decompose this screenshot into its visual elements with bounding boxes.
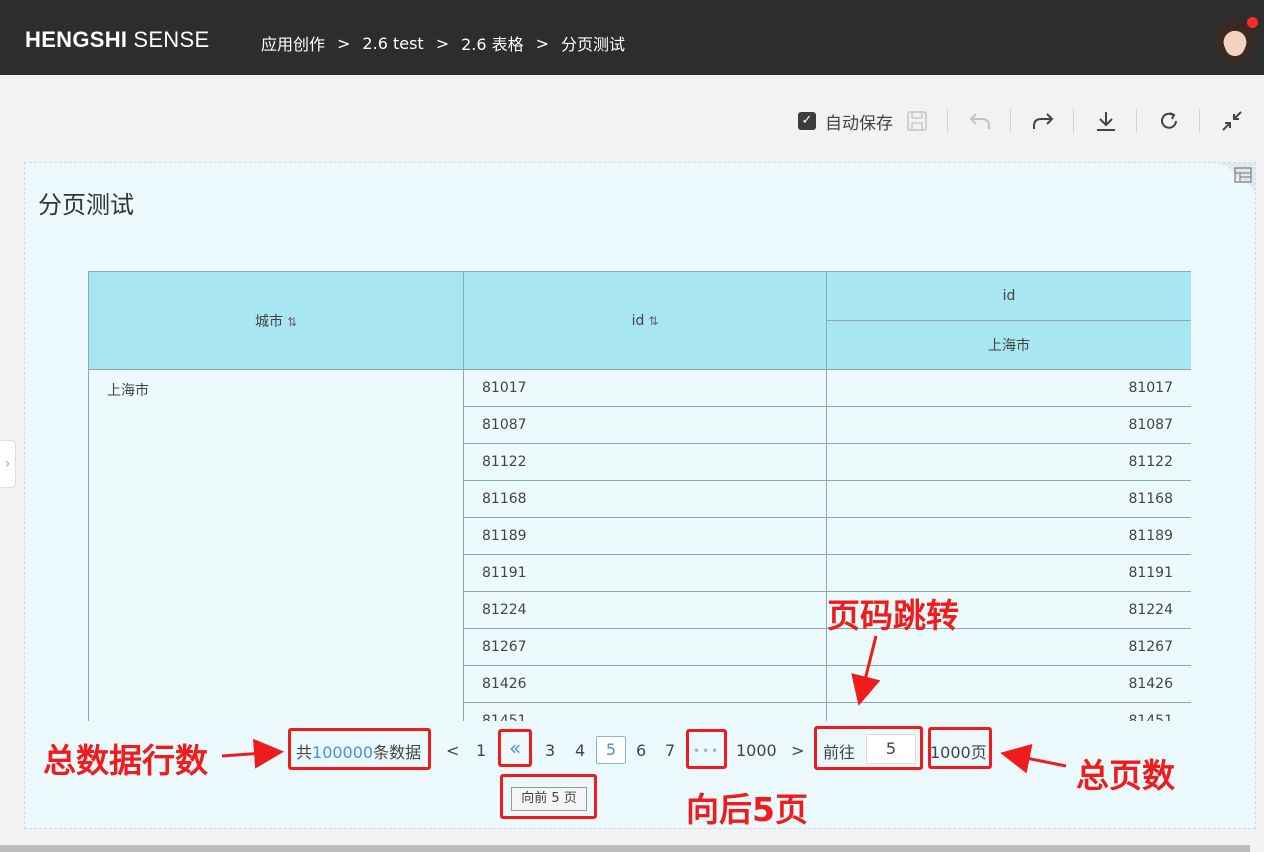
collapse-icon[interactable] — [1220, 109, 1244, 133]
sort-icon[interactable]: ⇅ — [287, 315, 297, 329]
card-menu-icon[interactable] — [1211, 163, 1255, 203]
annotation-box-jump-forward — [686, 729, 727, 769]
annotation-box-total-pages — [928, 727, 992, 769]
id-cell: 81426 — [463, 665, 827, 703]
table-row: 上海市 81017 81017 — [88, 369, 1191, 721]
notification-dot — [1247, 17, 1258, 28]
id-cell: 81224 — [463, 591, 827, 629]
annotation-box-total-rows — [288, 728, 431, 770]
annotation-box-goto — [814, 726, 923, 770]
page-1-button[interactable]: 1 — [476, 741, 486, 760]
redo-icon[interactable] — [1031, 109, 1055, 133]
column-subheader: 上海市 — [826, 320, 1191, 370]
download-icon[interactable] — [1094, 109, 1118, 133]
breadcrumb-separator: > — [337, 33, 351, 53]
value-cell: 81191 — [826, 554, 1191, 592]
column-group-header: id — [826, 271, 1191, 321]
value-cell: 81017 — [826, 369, 1191, 407]
horizontal-scrollbar[interactable] — [0, 845, 1250, 852]
id-cell: 81191 — [463, 554, 827, 592]
value-cell: 81087 — [826, 406, 1191, 444]
column-header-label: 城市 — [254, 313, 283, 330]
breadcrumb-item[interactable]: 2.6 test — [362, 34, 423, 53]
next-page-button[interactable]: > — [791, 741, 804, 760]
table-body: 上海市 81017 81017 81087 81087 81122 81122 81168 81… — [88, 369, 1191, 721]
breadcrumb-separator: > — [535, 33, 550, 53]
annotation-forward-5: 向后5页 — [686, 790, 808, 829]
prev-page-button[interactable]: < — [446, 741, 459, 760]
card-title: 分页测试 — [38, 191, 134, 219]
id-cell: 81017 — [463, 369, 827, 407]
dashboard-toolbar: ✓ 自动保存 — [798, 107, 1244, 135]
breadcrumb-separator: > — [435, 33, 450, 53]
breadcrumb: 应用创作 > 2.6 test > 2.6 表格 > 分页测试 — [261, 31, 625, 55]
last-page-button[interactable]: 1000 — [736, 741, 777, 760]
sort-icon[interactable]: ⇅ — [648, 314, 658, 328]
annotation-page-jump: 页码跳转 — [827, 596, 959, 635]
toolbar-divider — [947, 109, 948, 133]
top-bar: HENGSHI SENSE 应用创作 > 2.6 test > 2.6 表格 > … — [0, 0, 1264, 75]
undo-icon[interactable] — [968, 109, 992, 133]
avatar[interactable] — [1214, 17, 1258, 62]
id-cell: 81267 — [463, 628, 827, 666]
breadcrumb-item[interactable]: 应用创作 — [261, 31, 325, 55]
logo-bold-text: HENGSHI — [25, 27, 128, 52]
column-header-id[interactable]: id ⇅ — [463, 271, 827, 370]
toolbar-divider — [1010, 109, 1011, 133]
breadcrumb-item[interactable]: 2.6 表格 — [461, 31, 524, 55]
annotation-box-tooltip — [500, 774, 597, 819]
value-cell: 81426 — [826, 665, 1191, 703]
page-3-button[interactable]: 3 — [545, 741, 555, 760]
annotation-box-jump-back — [498, 729, 532, 767]
page-6-button[interactable]: 6 — [636, 741, 646, 760]
value-cell: 81168 — [826, 480, 1191, 518]
value-cell: 81122 — [826, 443, 1191, 481]
breadcrumb-current: 分页测试 — [561, 35, 626, 54]
column-header-label: id — [631, 312, 645, 329]
toolbar-divider — [1199, 109, 1200, 133]
refresh-icon[interactable] — [1157, 109, 1181, 133]
save-icon[interactable] — [905, 109, 929, 133]
sidebar-expand-handle[interactable]: › — [0, 440, 16, 488]
page-4-button[interactable]: 4 — [575, 741, 585, 760]
value-cell: 81451 — [826, 702, 1191, 721]
logo-thin-text: SENSE — [133, 27, 210, 52]
id-cell: 81087 — [463, 406, 827, 444]
id-cell: 81189 — [463, 517, 827, 555]
id-cell: 81168 — [463, 480, 827, 518]
autosave-checkbox[interactable]: ✓ — [798, 112, 816, 130]
toolbar-divider — [1136, 109, 1137, 133]
avatar-face — [1225, 36, 1245, 56]
column-header-city[interactable]: 城市 ⇅ — [88, 271, 464, 370]
page-5-button[interactable]: 5 — [596, 736, 626, 764]
app-logo[interactable]: HENGSHI SENSE — [25, 27, 209, 53]
annotation-total-pages: 总页数 — [1076, 756, 1175, 795]
page-7-button[interactable]: 7 — [665, 741, 675, 760]
id-cell: 81451 — [463, 702, 827, 721]
data-table: 城市 ⇅ id ⇅ id 上海市 上海市 81017 81017 81087 81087 81… — [88, 271, 1191, 721]
toolbar-divider — [1073, 109, 1074, 133]
city-cell: 上海市 — [88, 369, 464, 721]
value-cell: 81189 — [826, 517, 1191, 555]
annotation-total-rows: 总数据行数 — [43, 741, 208, 780]
id-cell: 81122 — [463, 443, 827, 481]
autosave-label: 自动保存 — [825, 113, 893, 134]
